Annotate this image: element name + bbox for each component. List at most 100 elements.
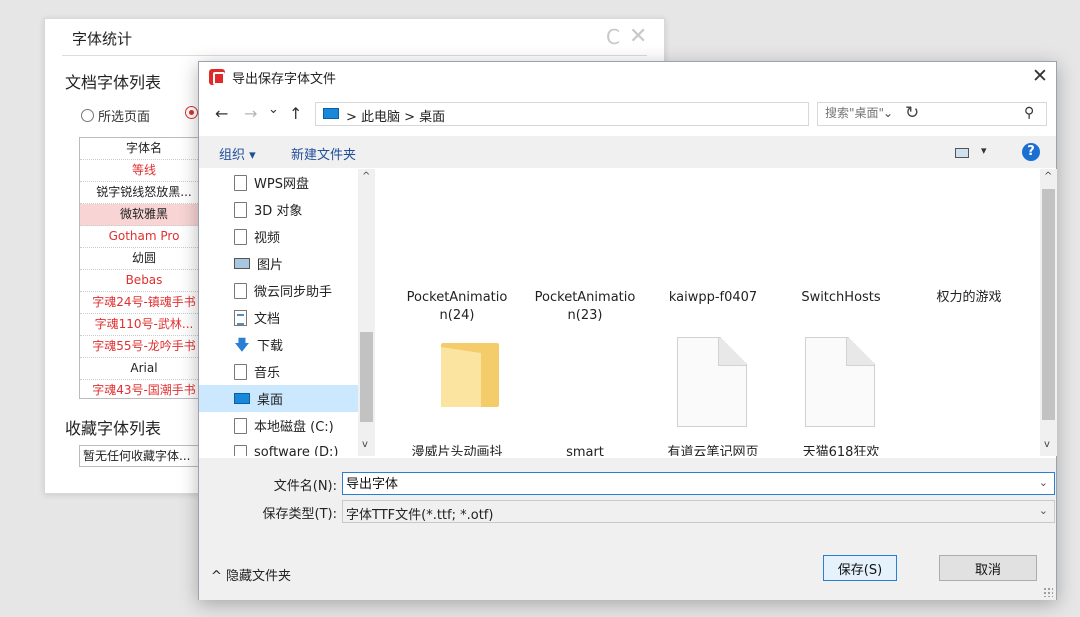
resize-grip-icon[interactable] <box>1043 587 1053 597</box>
filename-field[interactable]: ⌄ <box>342 472 1055 495</box>
scroll-thumb[interactable] <box>360 332 373 422</box>
radio-checked-icon <box>185 106 198 119</box>
address-bar[interactable]: > 此电脑 > 桌面 ⌄ ↻ <box>315 102 919 126</box>
nav-item[interactable]: 🡇 下载 <box>199 331 358 358</box>
radio-label: 所选页面 <box>98 110 151 125</box>
dialog-close-button[interactable]: ✕ <box>1025 64 1055 90</box>
scroll-down-icon[interactable]: v <box>1044 439 1050 450</box>
scroll-up-icon[interactable]: ^ <box>362 171 370 182</box>
nav-item[interactable]: 图片 <box>199 250 358 277</box>
font-table-row[interactable]: 微软雅黑 <box>80 204 208 226</box>
fav-fonts-list: 暂无任何收藏字体... <box>79 445 209 467</box>
nav-item[interactable]: software (D:) <box>199 439 358 456</box>
nav-item[interactable]: 微云同步助手 <box>199 277 358 304</box>
chevron-down-icon[interactable]: ⌄ <box>1039 476 1048 489</box>
font-table-row[interactable]: 字魂110号-武林... <box>80 314 208 336</box>
desktop-icon <box>234 393 250 404</box>
nav-item-label: 本地磁盘 (C:) <box>254 420 334 435</box>
hide-folders-toggle[interactable]: ^ 隐藏文件夹 <box>211 565 291 584</box>
font-table-header: 字体名 <box>80 138 208 160</box>
save-form: 文件名(N): ⌄ 保存类型(T): 字体TTF文件(*.ttf; *.otf)… <box>199 458 1056 528</box>
filetype-select[interactable]: 字体TTF文件(*.ttf; *.otf) ⌄ <box>342 500 1055 523</box>
organize-button[interactable]: 组织 ▾ <box>219 144 256 163</box>
file-icon[interactable] <box>805 337 875 427</box>
nav-item-label: software (D:) <box>254 445 339 456</box>
file-item-label[interactable]: kaiwpp-f0407 <box>653 289 773 307</box>
file-item-label[interactable]: 有道云笔记网页 <box>653 444 773 456</box>
file-item-label[interactable]: 权力的游戏 <box>909 289 1029 307</box>
help-icon[interactable]: ? <box>1022 143 1040 161</box>
dialog-titlebar: 导出保存字体文件 ✕ <box>199 62 1056 92</box>
font-table-row[interactable]: 锐字锐线怒放黑... <box>80 182 208 204</box>
folder-icon[interactable] <box>441 343 499 407</box>
font-table: 字体名 等线 锐字锐线怒放黑... 微软雅黑 Gotham Pro 幼圆 Bebas 字魂2… <box>79 137 209 399</box>
new-folder-button[interactable]: 新建文件夹 <box>291 144 356 163</box>
nav-item-label: 下载 <box>257 339 284 354</box>
search-input[interactable] <box>825 106 1015 120</box>
navigation-pane: WPS网盘 3D 对象 视频 图片 微云同步助手 文档 🡇 下载音乐桌面本地磁盘 (C:) so… <box>199 169 375 456</box>
dialog-footer: ^ 隐藏文件夹 保存(S) 取消 <box>199 528 1056 600</box>
font-table-row[interactable]: Bebas <box>80 270 208 292</box>
back-arrow-icon[interactable]: ← <box>215 104 228 123</box>
cancel-button[interactable]: 取消 <box>939 555 1037 581</box>
app-logo-icon <box>209 69 225 85</box>
font-table-row[interactable]: 等线 <box>80 160 208 182</box>
forward-arrow-icon[interactable]: → <box>244 104 257 123</box>
file-item-label[interactable]: 漫威片头动画抖 <box>397 444 517 456</box>
file-item-label[interactable]: PocketAnimation(24) <box>397 289 517 325</box>
file-list: PocketAnimation(24) PocketAnimation(23) ka… <box>379 169 1039 456</box>
nav-item[interactable]: 本地磁盘 (C:) <box>199 412 358 439</box>
folder-page-icon <box>234 444 247 456</box>
file-icon[interactable] <box>677 337 747 427</box>
filename-input[interactable] <box>346 475 1026 490</box>
folder-page-icon <box>234 174 247 191</box>
folder-page-icon <box>234 363 247 380</box>
font-table-row[interactable]: 字魂43号-国潮手书 <box>80 380 208 398</box>
refresh-icon[interactable]: C <box>606 25 620 49</box>
file-item-label[interactable]: smart <box>525 444 645 456</box>
file-scrollbar[interactable]: ^ v <box>1040 169 1057 456</box>
download-arrow-icon: 🡇 <box>234 335 250 354</box>
document-icon <box>234 309 247 326</box>
font-table-row[interactable]: Arial <box>80 358 208 380</box>
up-arrow-icon[interactable]: ↑ <box>289 104 302 123</box>
nav-item[interactable]: 音乐 <box>199 358 358 385</box>
font-table-row[interactable]: 幼圆 <box>80 248 208 270</box>
filename-label: 文件名(N): <box>273 479 337 494</box>
close-icon[interactable]: ✕ <box>629 24 647 49</box>
recent-locations-icon[interactable]: ⌄ <box>268 102 279 117</box>
font-table-row[interactable]: Gotham Pro <box>80 226 208 248</box>
font-table-row[interactable]: 字魂24号-镇魂手书 <box>80 292 208 314</box>
nav-item[interactable]: 3D 对象 <box>199 196 358 223</box>
folder-page-icon <box>234 201 247 218</box>
nav-item[interactable]: 桌面 <box>199 385 358 412</box>
scroll-thumb[interactable] <box>1042 189 1055 420</box>
radio-circle-icon <box>81 109 94 122</box>
view-dropdown-icon[interactable]: ▾ <box>981 144 987 157</box>
font-table-row[interactable]: 字魂55号-龙吟手书 <box>80 336 208 358</box>
view-mode-icon[interactable] <box>955 148 969 158</box>
chevron-down-icon[interactable]: ⌄ <box>1039 504 1048 517</box>
save-button[interactable]: 保存(S) <box>823 555 897 581</box>
nav-scrollbar[interactable]: ^ v <box>358 169 375 456</box>
folder-page-icon <box>234 417 247 434</box>
search-icon[interactable]: ⚲ <box>1024 105 1034 121</box>
file-item-label[interactable]: PocketAnimation(23) <box>525 289 645 325</box>
panel-title: 字体统计 <box>72 30 133 48</box>
scroll-up-icon[interactable]: ^ <box>1044 171 1052 182</box>
search-box[interactable]: ⚲ <box>817 102 1047 126</box>
folder-page-icon <box>234 228 247 245</box>
radio-selected-page[interactable]: 所选页面 <box>81 106 150 125</box>
scroll-down-icon[interactable]: v <box>362 439 368 450</box>
breadcrumb[interactable]: > 此电脑 > 桌面 <box>346 106 445 125</box>
radio-all-pages[interactable] <box>185 106 198 119</box>
fav-fonts-heading: 收藏字体列表 <box>65 419 162 438</box>
doc-fonts-heading: 文档字体列表 <box>65 73 162 92</box>
file-item-label[interactable]: 天猫618狂欢 <box>781 444 901 456</box>
nav-item[interactable]: 文档 <box>199 304 358 331</box>
nav-item[interactable]: 视频 <box>199 223 358 250</box>
file-item-label[interactable]: SwitchHosts <box>781 289 901 307</box>
filetype-value: 字体TTF文件(*.ttf; *.otf) <box>346 508 494 523</box>
nav-item-label: 音乐 <box>254 366 281 381</box>
nav-item[interactable]: WPS网盘 <box>199 169 358 196</box>
